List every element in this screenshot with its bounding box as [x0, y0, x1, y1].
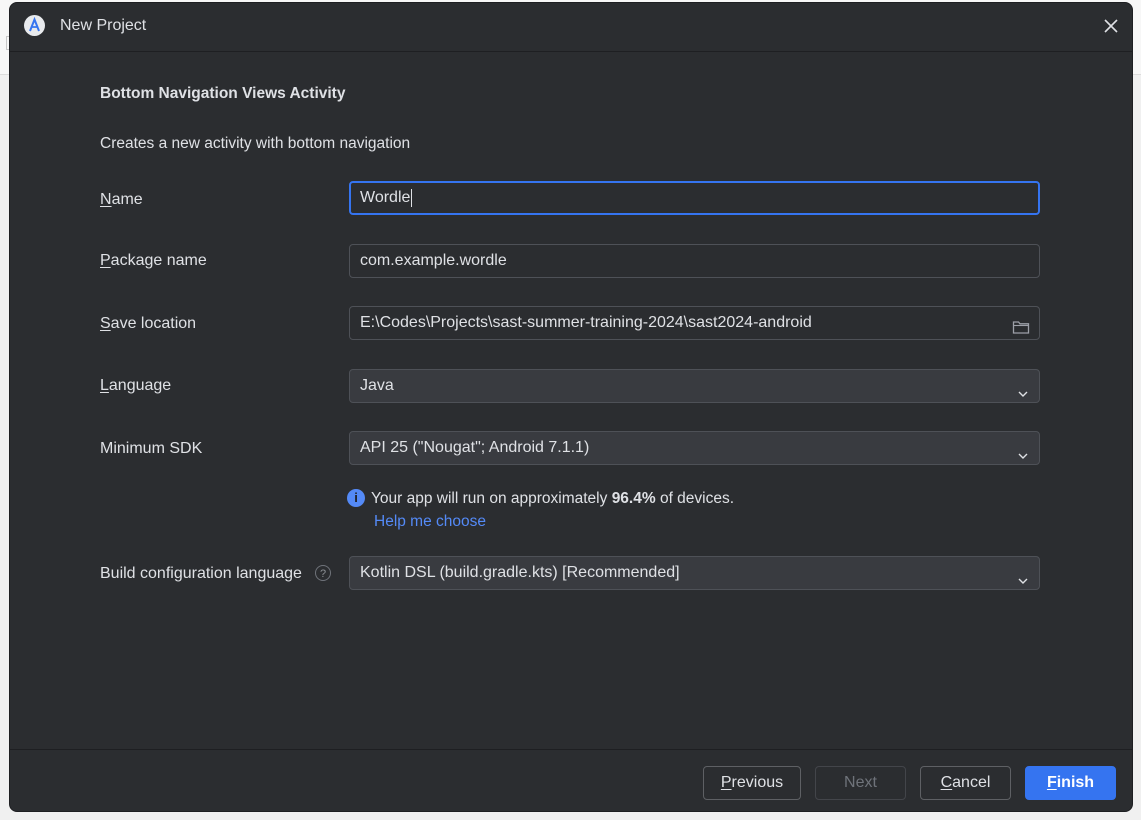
save-location-label: Save location — [100, 315, 196, 333]
finish-button[interactable]: Finish — [1025, 766, 1116, 800]
sdk-coverage-suffix: of devices. — [655, 490, 735, 507]
chevron-down-icon — [1017, 567, 1029, 584]
android-studio-icon — [24, 15, 45, 36]
name-label: Name — [100, 191, 143, 209]
previous-button[interactable]: Previous — [703, 766, 801, 800]
build-config-value: Kotlin DSL (build.gradle.kts) [Recommend… — [360, 564, 680, 581]
minimum-sdk-value: API 25 ("Nougat"; Android 7.1.1) — [360, 439, 590, 456]
package-name-label: Package name — [100, 252, 207, 270]
name-label-mnemonic: N — [100, 191, 112, 208]
package-name-label-text: ackage name — [110, 252, 207, 269]
name-label-text: ame — [111, 191, 143, 208]
template-heading: Bottom Navigation Views Activity — [100, 85, 346, 102]
package-name-label-mnemonic: P — [100, 252, 111, 269]
build-config-label: Build configuration language — [100, 565, 302, 582]
chevron-down-icon — [1017, 380, 1029, 397]
next-button[interactable]: Next — [815, 766, 906, 800]
sdk-coverage-percent: 96.4% — [611, 490, 656, 507]
close-icon[interactable] — [1100, 15, 1122, 37]
dialog-title: New Project — [60, 17, 147, 34]
cancel-button[interactable]: Cancel — [920, 766, 1011, 800]
language-value: Java — [360, 377, 394, 394]
minimum-sdk-label: Minimum SDK — [100, 440, 203, 457]
text-cursor — [411, 188, 413, 207]
minimum-sdk-dropdown[interactable]: API 25 ("Nougat"; Android 7.1.1) — [349, 431, 1040, 465]
save-location-label-text: ave location — [110, 315, 197, 332]
language-label-mnemonic: L — [100, 377, 109, 394]
dialog-footer: Previous Next Cancel Finish — [10, 749, 1132, 811]
chevron-down-icon — [1017, 442, 1029, 459]
template-description: Creates a new activity with bottom navig… — [100, 135, 411, 152]
previous-label: revious — [731, 774, 784, 791]
previous-mnemonic: P — [720, 774, 732, 791]
cancel-label: ancel — [952, 774, 991, 791]
finish-label: inish — [1056, 774, 1095, 791]
name-value: Wordle — [360, 189, 411, 206]
language-label: Language — [100, 377, 171, 395]
sdk-coverage-prefix: Your app will run on approximately — [371, 490, 612, 507]
dialog-title-bar: New Project — [10, 3, 1132, 52]
new-project-dialog: New Project Bottom Navigation Views Acti… — [9, 2, 1133, 812]
language-label-text: anguage — [108, 377, 172, 394]
cancel-mnemonic: C — [940, 774, 953, 791]
folder-icon[interactable] — [1012, 315, 1030, 334]
package-name-field[interactable]: com.example.wordle — [349, 244, 1040, 278]
save-location-value: E:\Codes\Projects\sast-summer-training-2… — [360, 314, 812, 331]
language-dropdown[interactable]: Java — [349, 369, 1040, 403]
name-field[interactable]: Wordle — [349, 181, 1040, 215]
sdk-coverage-text: Your app will run on approximately 96.4%… — [371, 490, 734, 508]
save-location-label-mnemonic: S — [100, 315, 111, 332]
help-question-icon[interactable]: ? — [315, 565, 331, 581]
finish-mnemonic: F — [1046, 774, 1057, 791]
info-icon: i — [347, 489, 365, 507]
save-location-field[interactable]: E:\Codes\Projects\sast-summer-training-2… — [349, 306, 1040, 340]
package-name-value: com.example.wordle — [360, 252, 507, 269]
help-me-choose-link[interactable]: Help me choose — [374, 513, 486, 531]
build-config-dropdown[interactable]: Kotlin DSL (build.gradle.kts) [Recommend… — [349, 556, 1040, 590]
